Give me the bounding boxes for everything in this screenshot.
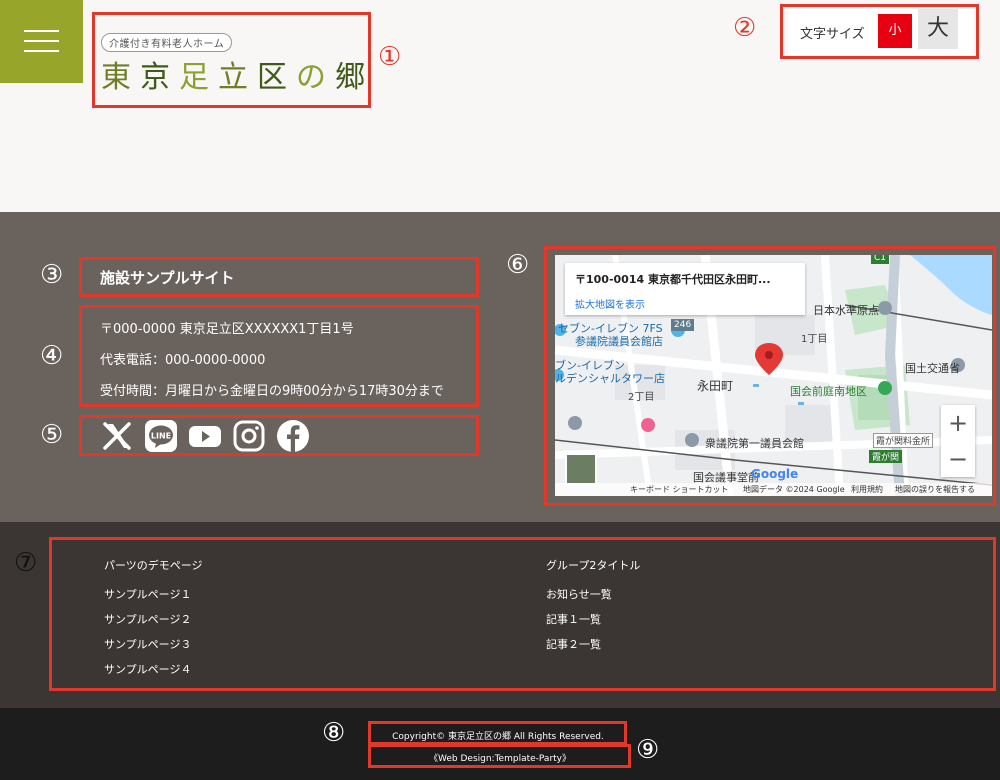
menu-bar-icon [24,30,59,32]
annotation-box-4 [79,305,479,407]
annotation-box-5 [79,415,479,456]
annotation-number-6: ⑥ [506,250,530,280]
annotation-number-1: ① [378,42,402,72]
hamburger-menu-button[interactable] [0,0,83,83]
annotation-box-6 [544,246,996,506]
annotation-box-2 [780,4,979,59]
annotation-box-9 [368,744,631,768]
annotation-number-7: ⑦ [14,548,38,578]
annotation-box-1 [92,12,371,108]
annotation-box-3 [79,257,479,297]
menu-bar-icon [24,50,59,52]
annotation-number-3: ③ [40,260,64,290]
annotation-number-5: ⑤ [40,420,64,450]
annotation-box-7 [49,537,996,691]
annotation-number-2: ② [733,13,757,43]
annotation-number-9: ⑨ [636,735,660,765]
annotation-number-8: ⑧ [322,718,346,748]
annotation-number-4: ④ [40,341,64,371]
menu-bar-icon [24,40,59,42]
annotation-box-8 [368,721,627,745]
